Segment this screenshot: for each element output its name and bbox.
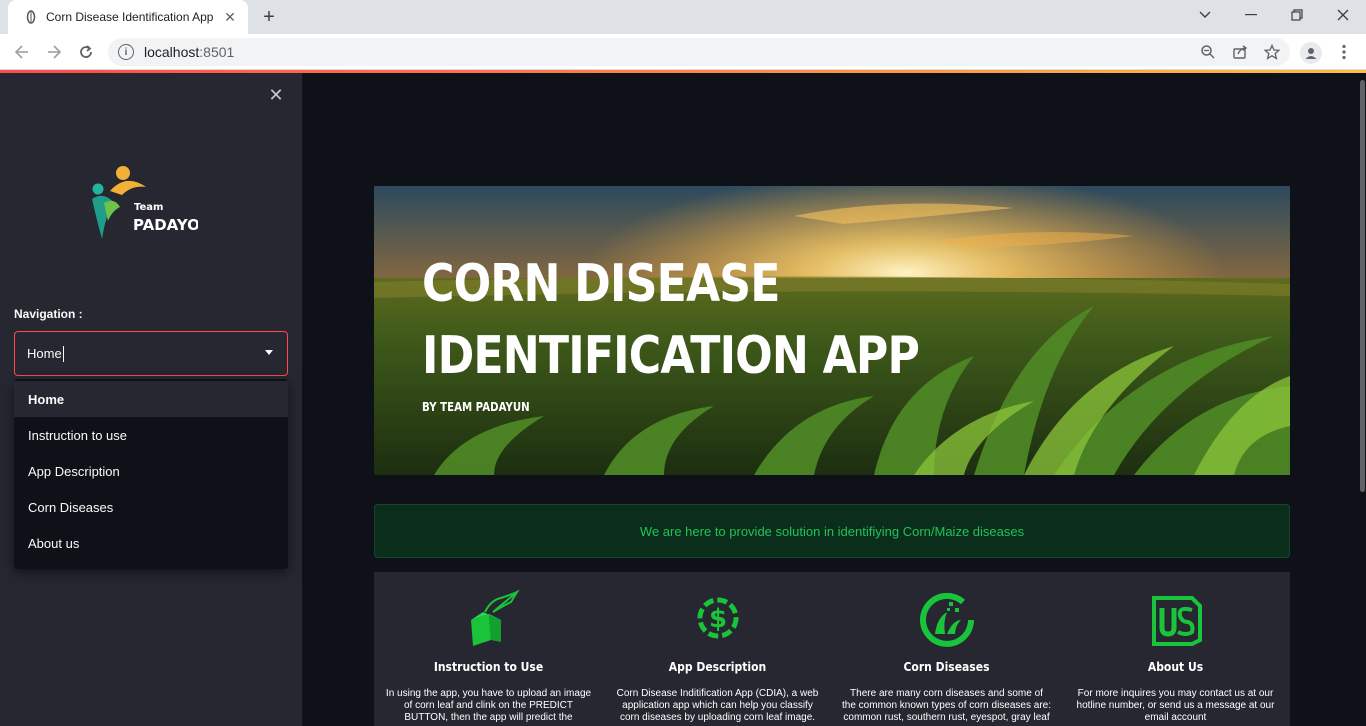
bookmark-star-icon[interactable] — [1262, 42, 1282, 62]
about-us-icon — [1142, 588, 1210, 652]
restore-icon[interactable] — [1274, 0, 1320, 30]
banner-title-line2: IDENTIFICATION APP — [422, 326, 920, 386]
team-padayon-logo: Team PADAYON — [86, 161, 212, 241]
instruction-icon — [455, 588, 523, 652]
banner-byline: BY TEAM PADAYUN — [422, 400, 530, 414]
browser-tab-bar: Corn Disease Identification App ✕ + — [0, 0, 1366, 34]
new-tab-icon[interactable]: + — [258, 6, 280, 28]
app-description-icon: $ — [684, 588, 752, 652]
card-corn-diseases: Corn Diseases There are many corn diseas… — [832, 572, 1061, 726]
forward-icon[interactable] — [42, 40, 66, 64]
scrollbar-thumb[interactable] — [1360, 80, 1365, 492]
card-app-description-title: App Description — [668, 660, 767, 674]
address-bar[interactable]: i localhost:8501 — [108, 38, 1290, 66]
nav-option-instruction[interactable]: Instruction to use — [14, 417, 288, 453]
card-app-description-desc: Corn Disease Inditification App (CDIA), … — [616, 688, 819, 723]
tab-close-icon[interactable]: ✕ — [222, 9, 238, 25]
sidebar-close-icon[interactable]: ✕ — [266, 85, 286, 105]
success-alert: We are here to provide solution in ident… — [374, 504, 1290, 558]
hero-banner: CORN DISEASE IDENTIFICATION APP BY TEAM … — [374, 186, 1290, 475]
navigation-select[interactable]: Home — [14, 331, 288, 376]
back-icon[interactable] — [10, 40, 34, 64]
profile-avatar-icon[interactable] — [1300, 42, 1322, 64]
url-port: :8501 — [199, 44, 235, 60]
nav-option-home[interactable]: Home — [14, 381, 288, 417]
text-cursor — [62, 345, 64, 362]
tab-title: Corn Disease Identification App — [46, 10, 214, 24]
logo-team-text: Team — [134, 202, 163, 213]
site-info-icon[interactable]: i — [118, 44, 134, 60]
minimize-icon[interactable] — [1228, 0, 1274, 30]
navigation-label: Navigation : — [14, 307, 83, 321]
card-about-us-desc: For more inquires you may contact us at … — [1076, 688, 1275, 723]
banner-title-line1: CORN DISEASE — [422, 254, 780, 314]
card-instruction-desc: In using the app, you have to upload an … — [385, 688, 592, 723]
svg-text:$: $ — [708, 604, 726, 634]
card-corn-diseases-desc: There are many corn diseases and some of… — [842, 688, 1051, 723]
browser-menu-icon[interactable] — [1336, 42, 1352, 62]
share-icon[interactable] — [1230, 42, 1250, 62]
streamlit-favicon-icon — [24, 10, 38, 24]
chevron-down-icon[interactable] — [265, 350, 273, 355]
card-instruction: Instruction to Use In using the app, you… — [374, 572, 603, 726]
card-app-description: $ App Description Corn Disease Inditific… — [603, 572, 832, 726]
feature-cards: Instruction to Use In using the app, you… — [374, 572, 1290, 726]
corn-diseases-icon — [913, 588, 981, 652]
reload-icon[interactable] — [74, 40, 98, 64]
nav-option-about-us[interactable]: About us — [14, 525, 288, 561]
browser-tab[interactable]: Corn Disease Identification App ✕ — [8, 0, 248, 34]
navigation-dropdown: Home Instruction to use App Description … — [14, 379, 288, 569]
logo-name-text: PADAYON — [133, 216, 198, 234]
tab-search-icon[interactable] — [1182, 0, 1228, 30]
card-corn-diseases-title: Corn Diseases — [903, 660, 990, 674]
sidebar: ✕ Team PADAYON Navigation : Home Home In… — [0, 73, 302, 726]
nav-option-app-description[interactable]: App Description — [14, 453, 288, 489]
zoom-icon[interactable] — [1198, 42, 1218, 62]
card-about-us-title: About Us — [1147, 660, 1204, 674]
card-about-us: About Us For more inquires you may conta… — [1061, 572, 1290, 726]
success-alert-text: We are here to provide solution in ident… — [639, 523, 1025, 539]
navigation-select-value: Home — [27, 346, 62, 361]
url-host: localhost — [144, 44, 200, 60]
browser-toolbar: i localhost:8501 — [0, 34, 1366, 70]
card-instruction-title: Instruction to Use — [433, 660, 544, 674]
nav-option-corn-diseases[interactable]: Corn Diseases — [14, 489, 288, 525]
close-window-icon[interactable] — [1320, 0, 1366, 30]
